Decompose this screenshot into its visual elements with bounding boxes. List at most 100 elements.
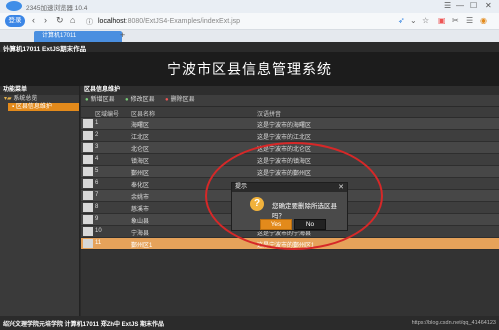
- grid-header: 区域编号 区县名称 汉语拼音: [81, 107, 499, 118]
- row-checkbox[interactable]: [83, 167, 93, 176]
- cell-pinyin: 这是宁波市的海曙区: [257, 123, 312, 129]
- maximize-icon[interactable]: ☐: [470, 1, 477, 10]
- page-icon: ⓘ: [86, 19, 93, 26]
- star-icon[interactable]: ☆: [422, 16, 429, 25]
- row-checkbox[interactable]: [83, 215, 93, 224]
- close-icon[interactable]: ✕: [338, 183, 344, 192]
- cell-id: 8: [95, 204, 99, 210]
- confirm-dialog: 提示 ✕ ? 您确定要删除所选区县吗？ Yes No: [231, 182, 348, 231]
- back-icon[interactable]: ‹: [32, 15, 35, 25]
- delete-icon: ●: [165, 97, 169, 103]
- table-row[interactable]: 1 海曙区 这是宁波市的海曙区: [81, 118, 499, 130]
- column-header-pinyin[interactable]: 汉语拼音: [257, 109, 281, 118]
- row-checkbox[interactable]: [83, 143, 93, 152]
- cell-id: 9: [95, 216, 99, 222]
- home-icon[interactable]: ⌂: [70, 15, 75, 25]
- cell-id: 3: [95, 144, 99, 150]
- footer-watermark: https://blog.csdn.net/qq_41464123: [411, 320, 496, 326]
- forward-icon[interactable]: ›: [44, 15, 47, 25]
- yes-button[interactable]: Yes: [260, 219, 292, 230]
- new-tab-button[interactable]: +: [120, 30, 125, 40]
- edit-icon: ●: [125, 97, 129, 103]
- cell-name: 鄞州区: [131, 171, 150, 177]
- collapse-icon[interactable]: ︽: [3, 42, 496, 52]
- refresh-icon[interactable]: ↻: [56, 15, 64, 26]
- question-icon: ?: [250, 197, 264, 211]
- center-panel-title: 区县信息维护: [81, 86, 499, 95]
- cell-id: 2: [95, 132, 99, 138]
- row-checkbox[interactable]: [83, 119, 93, 128]
- browser-tab[interactable]: 计算机17011: [34, 31, 122, 42]
- dialog-title: 提示: [235, 184, 248, 190]
- menu-icon[interactable]: ☰: [444, 1, 451, 10]
- no-button[interactable]: No: [294, 219, 326, 230]
- more-icon[interactable]: ☰: [466, 16, 473, 25]
- cell-name: 鄞州区1: [131, 243, 153, 249]
- minimize-icon[interactable]: —: [456, 1, 464, 10]
- add-county-button[interactable]: ● 新增区县: [85, 96, 115, 105]
- delete-county-label: 删除区县: [170, 97, 195, 103]
- browser-titlebar: 2345加速浏览器 10.4 ☰ — ☐ ✕: [0, 0, 499, 13]
- footer-left: 绍兴文理学院元培学院 计算机17011 郑Zh中 ExtJS 期末作品: [3, 322, 165, 328]
- extension-icon[interactable]: ▣: [438, 16, 446, 25]
- table-row[interactable]: 2 江北区 这是宁波市的江北区: [81, 130, 499, 142]
- browser-navbar: 登录 ‹ › ↻ ⌂ ⓘ localhost:8080/ExtJS4-Examp…: [0, 13, 499, 30]
- cell-name: 慈溪市: [131, 207, 150, 213]
- dropdown-icon[interactable]: ⌄: [410, 16, 417, 25]
- cell-id: 1: [95, 120, 99, 126]
- leaf-icon: ▪: [12, 104, 15, 110]
- row-checkbox[interactable]: [83, 179, 93, 188]
- row-checkbox[interactable]: [83, 203, 93, 212]
- cell-name: 宁海县: [131, 231, 150, 237]
- column-header-name[interactable]: 区县名称: [131, 109, 155, 118]
- url-host: localhost: [98, 18, 126, 25]
- tree-item-label: 区县信息维护: [15, 104, 52, 110]
- edit-county-label: 修改区县: [130, 97, 155, 103]
- footer: 绍兴文理学院元培学院 计算机17011 郑Zh中 ExtJS 期末作品 http…: [0, 316, 499, 330]
- row-checkbox[interactable]: [83, 227, 93, 236]
- close-window-icon[interactable]: ✕: [485, 1, 492, 10]
- user-icon[interactable]: ◉: [480, 16, 487, 25]
- west-panel: 功能菜单 ▾▰ 系统总览 ▪ 区县信息维护: [0, 86, 80, 316]
- grid-toolbar: ● 新增区县 ● 修改区县 ● 删除区县: [81, 95, 499, 107]
- column-header-id[interactable]: 区域编号: [95, 109, 119, 118]
- row-checkbox[interactable]: [83, 191, 93, 200]
- row-checkbox[interactable]: [83, 155, 93, 164]
- dialog-header: 提示 ✕: [232, 183, 347, 192]
- add-county-label: 新增区县: [90, 97, 115, 103]
- west-panel-title: 功能菜单: [0, 86, 79, 95]
- cell-id: 11: [95, 240, 102, 246]
- cell-name: 象山县: [131, 219, 150, 225]
- add-icon: ●: [85, 97, 89, 103]
- cell-id: 4: [95, 156, 99, 162]
- folder-icon: ▾▰: [4, 96, 12, 102]
- cell-name: 余姚市: [131, 195, 150, 201]
- edit-county-button[interactable]: ● 修改区县: [125, 96, 155, 105]
- browser-title: 2345加速浏览器 10.4: [26, 5, 88, 12]
- cell-id: 5: [95, 168, 99, 174]
- tree-item-overview[interactable]: ▾▰ 系统总览: [0, 95, 79, 103]
- login-button[interactable]: 登录: [5, 15, 25, 27]
- cell-name: 镇海区: [131, 159, 150, 165]
- url-path: :8080/ExtJS4-Examples/indexExt.jsp: [125, 18, 241, 25]
- page-title: 宁波市区县信息管理系统: [167, 61, 332, 77]
- row-checkbox[interactable]: [83, 131, 93, 140]
- rocket-icon[interactable]: ➶: [398, 16, 405, 25]
- cell-name: 江北区: [131, 135, 150, 141]
- browser-logo-icon: [6, 1, 22, 11]
- cell-id: 10: [95, 228, 102, 234]
- cell-name: 北仑区: [131, 147, 150, 153]
- browser-tabbar: 计算机17011 +: [0, 30, 499, 42]
- dialog-message: 您确定要删除所选区县吗？: [272, 203, 337, 220]
- row-checkbox[interactable]: [83, 239, 93, 248]
- cell-name: 奉化区: [131, 183, 150, 189]
- tree-item-county-maintenance[interactable]: ▪ 区县信息维护: [8, 103, 79, 111]
- banner: 宁波市区县信息管理系统: [0, 52, 499, 86]
- cell-pinyin: 这是宁波市的江北区: [257, 135, 312, 141]
- cell-id: 6: [95, 180, 99, 186]
- cell-id: 7: [95, 192, 99, 198]
- cut-icon[interactable]: ✂: [452, 16, 459, 25]
- delete-county-button[interactable]: ● 删除区县: [165, 96, 195, 105]
- address-bar[interactable]: localhost:8080/ExtJS4-Examples/indexExt.…: [98, 16, 398, 27]
- cell-name: 海曙区: [131, 123, 150, 129]
